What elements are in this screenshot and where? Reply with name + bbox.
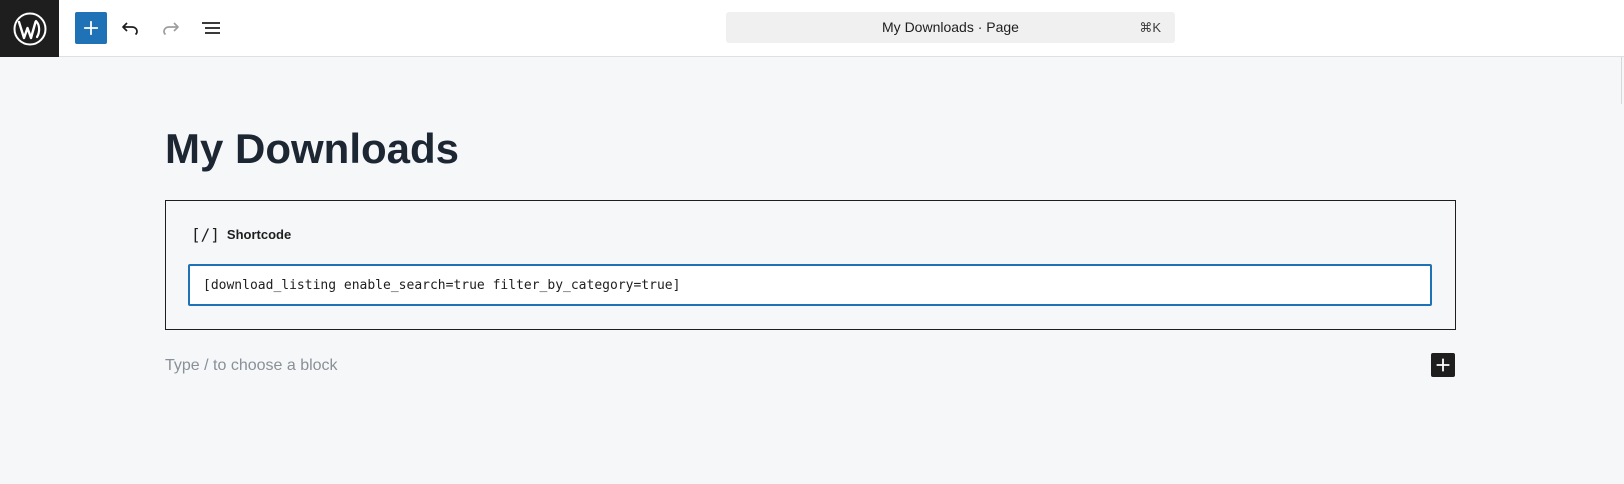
shortcode-block-label: Shortcode [226, 227, 292, 242]
redo-button[interactable] [155, 12, 187, 44]
undo-button[interactable] [114, 12, 146, 44]
shortcode-icon: [/] [191, 225, 220, 244]
list-view-icon [202, 22, 220, 34]
undo-icon [122, 22, 138, 36]
shortcode-block[interactable]: [/] Shortcode [165, 200, 1456, 330]
wordpress-icon [13, 12, 46, 45]
editor-top-toolbar: My Downloads · Page ⌘K [0, 0, 1624, 57]
document-title: My Downloads · Page [882, 19, 1019, 35]
plus-icon [1436, 358, 1450, 372]
page-title[interactable]: My Downloads [165, 120, 459, 178]
document-overview-button[interactable] [195, 12, 227, 44]
inline-add-block-button[interactable] [1431, 353, 1455, 377]
redo-icon [163, 22, 179, 36]
keyboard-shortcut-hint: ⌘K [1139, 20, 1161, 35]
shortcode-block-header: [/] Shortcode [191, 225, 291, 244]
wordpress-logo-button[interactable] [0, 0, 59, 57]
shortcode-input[interactable] [188, 264, 1432, 306]
empty-paragraph-block[interactable]: Type / to choose a block [165, 354, 338, 378]
plus-icon [84, 21, 98, 35]
add-block-button[interactable] [75, 12, 107, 44]
sidebar-edge-divider [1621, 57, 1622, 104]
command-palette-button[interactable]: My Downloads · Page ⌘K [726, 12, 1175, 43]
